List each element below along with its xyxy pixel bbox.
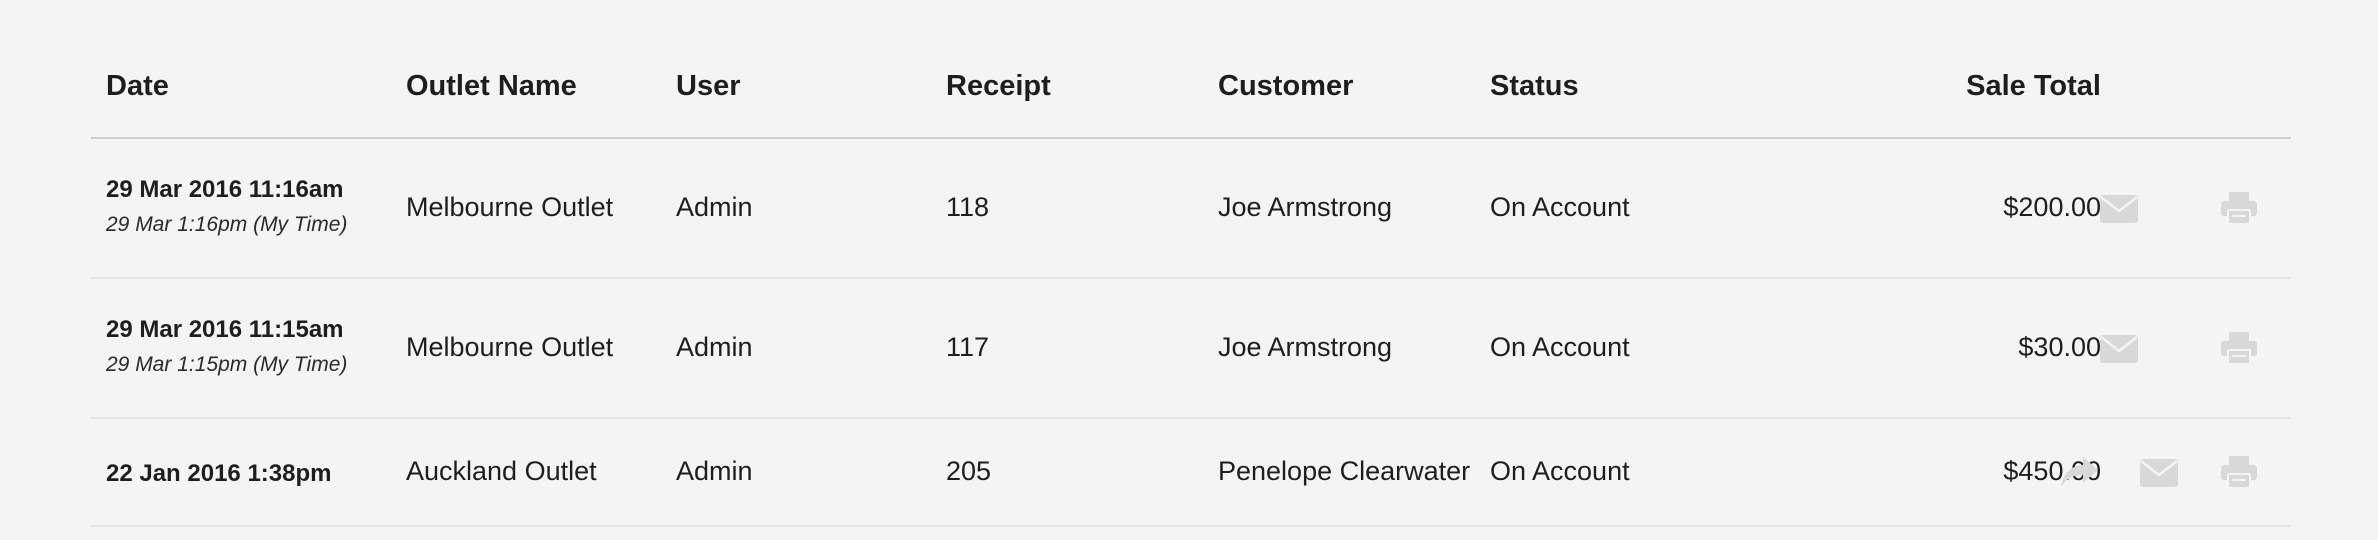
column-header-user[interactable]: User [676, 70, 741, 103]
sale-total: $450.00 [2003, 456, 2101, 486]
outlet-name: Auckland Outlet [406, 456, 597, 486]
customer-name: Joe Armstrong [1218, 192, 1393, 222]
column-header-customer[interactable]: Customer [1218, 70, 1353, 103]
table-row[interactable]: 22 Jan 2016 1:38pm Auckland Outlet Admin… [91, 419, 2291, 527]
sale-status: On Account [1490, 192, 1630, 222]
receipt-number: 117 [946, 332, 990, 362]
sale-total: $30.00 [2018, 332, 2101, 362]
table-row[interactable]: 29 Mar 2016 11:15am 29 Mar 1:15pm (My Ti… [91, 279, 2291, 419]
envelope-icon[interactable] [2139, 456, 2179, 490]
date-cell: 22 Jan 2016 1:38pm [106, 457, 331, 488]
share-arrow-icon[interactable] [2059, 455, 2099, 489]
sale-date: 29 Mar 2016 11:15am [106, 316, 344, 343]
column-header-status[interactable]: Status [1490, 70, 1579, 103]
sale-status: On Account [1490, 456, 1630, 486]
sale-status: On Account [1490, 332, 1630, 362]
user-name: Admin [676, 456, 753, 486]
user-name: Admin [676, 192, 753, 222]
sale-total: $200.00 [2003, 192, 2101, 222]
column-header-outlet-name[interactable]: Outlet Name [406, 70, 577, 103]
envelope-icon[interactable] [2099, 332, 2139, 366]
user-name: Admin [676, 332, 753, 362]
printer-icon[interactable] [2219, 331, 2259, 365]
envelope-icon[interactable] [2099, 192, 2139, 226]
column-header-sale-total[interactable]: Sale Total [1791, 70, 2101, 103]
sale-date-local-time: 29 Mar 1:15pm (My Time) [106, 353, 348, 376]
customer-name: Joe Armstrong [1218, 332, 1393, 362]
date-cell: 29 Mar 2016 11:16am 29 Mar 1:16pm (My Ti… [106, 176, 347, 237]
outlet-name: Melbourne Outlet [406, 332, 614, 362]
sale-date-local-time: 29 Mar 1:16pm (My Time) [106, 213, 348, 236]
table-header: Date Outlet Name User Receipt Customer S… [91, 0, 2291, 139]
receipt-number: 205 [946, 456, 992, 486]
sale-date: 29 Mar 2016 11:16am [106, 176, 344, 203]
receipt-number: 118 [946, 192, 990, 222]
outlet-name: Melbourne Outlet [406, 192, 614, 222]
column-header-receipt[interactable]: Receipt [946, 70, 1051, 103]
sales-history-table: Date Outlet Name User Receipt Customer S… [91, 0, 2291, 527]
column-header-date[interactable]: Date [106, 70, 169, 103]
table-row[interactable]: 29 Mar 2016 11:16am 29 Mar 1:16pm (My Ti… [91, 139, 2291, 279]
date-cell: 29 Mar 2016 11:15am 29 Mar 1:15pm (My Ti… [106, 316, 347, 377]
printer-icon[interactable] [2219, 455, 2259, 489]
printer-icon[interactable] [2219, 191, 2259, 225]
customer-name: Penelope Clearwater [1218, 456, 1471, 486]
sale-date: 22 Jan 2016 1:38pm [106, 460, 332, 487]
